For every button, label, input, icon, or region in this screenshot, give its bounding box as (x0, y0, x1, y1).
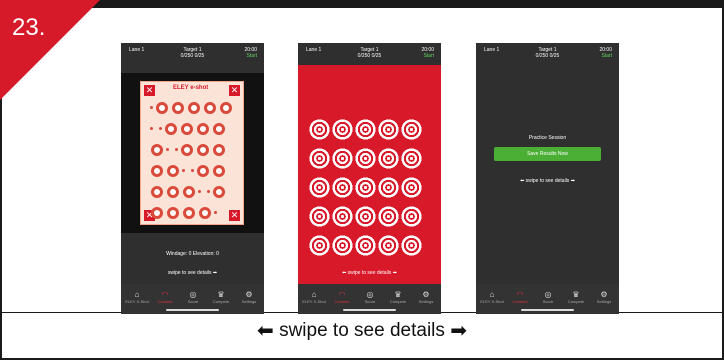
top-bar (0, 0, 724, 8)
wifi-icon: ◠ (516, 290, 524, 299)
score-label: 0/250 0/25 (357, 53, 382, 59)
start-button[interactable]: Start (423, 53, 434, 59)
start-button[interactable]: Start (601, 53, 612, 59)
target-card[interactable]: ELEY e-shot ✕ ✕ ✕ ✕ (121, 73, 264, 233)
practice-session-label: Practice Session (528, 135, 567, 141)
tab-connect[interactable]: ◠ Connect (328, 290, 356, 304)
swipe-hint-label: swipe to see details (525, 178, 570, 184)
phone-header: Lane 1 Target 1 0/250 0/25 20:00 Start (121, 43, 264, 65)
tab-score[interactable]: ◎ Score (534, 290, 562, 304)
arrow-right-icon: ➡ (392, 270, 397, 276)
gear-icon: ⚙ (422, 290, 430, 299)
target-icon: ◎ (366, 290, 374, 299)
tab-home[interactable]: ⌂ ELEY X-Shot (300, 290, 328, 304)
swipe-hint[interactable]: swipe to see details ➡ (121, 270, 264, 276)
home-indicator (343, 309, 396, 311)
save-results-button[interactable]: Save Results Now (494, 147, 601, 161)
start-button[interactable]: Start (246, 53, 257, 59)
home-icon: ⌂ (311, 290, 317, 299)
wifi-icon: ◠ (161, 290, 169, 299)
bullseye-grid[interactable] (308, 117, 433, 262)
tab-compete[interactable]: ♛ Compete (384, 290, 412, 304)
swipe-hint[interactable]: ⬅ swipe to see details ➡ (298, 270, 441, 276)
phone-screen-bullseyes: Lane 1 Target 1 0/250 0/25 20:00 Start ⬅… (298, 43, 441, 314)
tab-connect[interactable]: ◠ Connect (506, 290, 534, 304)
wifi-icon: ◠ (338, 290, 346, 299)
target-brand-logo: ELEY e-shot (173, 85, 209, 91)
tab-settings[interactable]: ⚙ Settings (590, 290, 618, 304)
swipe-caption: ⬅ swipe to see details ➡ (0, 318, 724, 343)
trophy-icon: ♛ (572, 290, 580, 299)
windage-elevation: Windage: 0 Elevation: 0 (166, 251, 219, 257)
swipe-hint-label: swipe to see details (167, 270, 212, 276)
home-icon: ⌂ (134, 290, 140, 299)
arrow-left-icon: ⬅ (342, 270, 347, 276)
tab-bar: ⌂ ELEY X-Shot ◠ Connect ◎ Score ♛ Compete ⚙ S… (298, 284, 441, 314)
swipe-caption-label: swipe to see details (279, 320, 445, 341)
phone-header: Lane 1 Target 1 0/250 0/25 20:00 Start (476, 43, 619, 65)
tab-compete[interactable]: ♛ Compete (562, 290, 590, 304)
tab-settings[interactable]: ⚙ Settings (235, 290, 263, 304)
tab-bar: ⌂ ELEY X-Shot ◠ Connect ◎ Score ♛ Compete ⚙ S… (121, 284, 264, 314)
score-label: 0/250 0/25 (535, 53, 560, 59)
tab-settings[interactable]: ⚙ Settings (412, 290, 440, 304)
tab-connect[interactable]: ◠ Connect (151, 290, 179, 304)
tab-score[interactable]: ◎ Score (179, 290, 207, 304)
trophy-icon: ♛ (394, 290, 402, 299)
tab-home[interactable]: ⌂ ELEY X-Shot (478, 290, 506, 304)
target-rings-grid (149, 100, 237, 226)
phone-screen-target: Lane 1 Target 1 0/250 0/25 20:00 Start E… (121, 43, 264, 314)
tab-bar: ⌂ ELEY X-Shot ◠ Connect ◎ Score ♛ Compete ⚙ S… (476, 284, 619, 314)
close-icon: ✕ (144, 85, 155, 96)
tab-score[interactable]: ◎ Score (356, 290, 384, 304)
arrow-right-icon: ➡ (450, 320, 467, 342)
arrow-left-icon: ⬅ (520, 178, 525, 184)
score-label: 0/250 0/25 (180, 53, 205, 59)
swipe-hint[interactable]: ⬅ swipe to see details ➡ (476, 178, 619, 184)
swipe-hint-label: swipe to see details (347, 270, 392, 276)
home-indicator (166, 309, 219, 311)
arrow-right-icon: ➡ (570, 178, 575, 184)
gear-icon: ⚙ (600, 290, 608, 299)
arrow-right-icon: ➡ (212, 270, 218, 276)
target-icon: ◎ (544, 290, 552, 299)
trophy-icon: ♛ (217, 290, 225, 299)
phone-header: Lane 1 Target 1 0/250 0/25 20:00 Start (298, 43, 441, 65)
home-indicator (521, 309, 574, 311)
tab-compete[interactable]: ♛ Compete (207, 290, 235, 304)
screens-panel: Lane 1 Target 1 0/250 0/25 20:00 Start E… (2, 8, 722, 314)
gear-icon: ⚙ (245, 290, 253, 299)
phone-screen-practice: Lane 1 Target 1 0/250 0/25 20:00 Start P… (476, 43, 619, 314)
tab-home[interactable]: ⌂ ELEY X-Shot (123, 290, 151, 304)
target-paper: ELEY e-shot ✕ ✕ ✕ ✕ (140, 81, 244, 225)
home-icon: ⌂ (489, 290, 495, 299)
arrow-left-icon: ⬅ (257, 320, 274, 342)
target-icon: ◎ (189, 290, 197, 299)
close-icon: ✕ (229, 85, 240, 96)
